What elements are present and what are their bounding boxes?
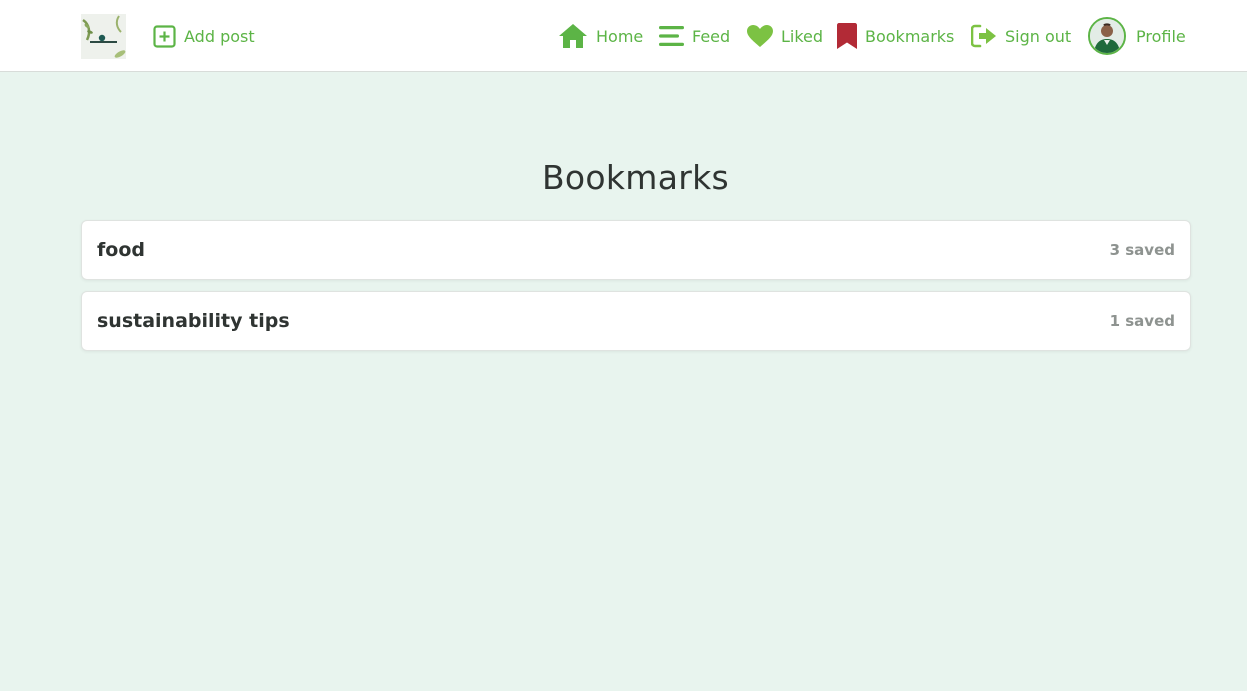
- bars-icon: [659, 25, 684, 47]
- profile-label: Profile: [1136, 26, 1186, 46]
- liked-label: Liked: [781, 26, 824, 46]
- site-logo[interactable]: [81, 14, 126, 59]
- folder-saved-count: 1 saved: [1109, 312, 1175, 330]
- avatar-image: [1090, 19, 1124, 53]
- feed-label: Feed: [692, 26, 731, 46]
- logo-image: [81, 14, 126, 59]
- sign-out-link[interactable]: Sign out: [971, 0, 1071, 72]
- bookmark-icon: [837, 23, 857, 49]
- plus-square-icon: [153, 24, 176, 48]
- add-post-label: Add post: [184, 26, 255, 46]
- folder-name: food: [97, 239, 145, 261]
- top-navbar: Add post Home Feed Liked Bookmarks Sign …: [0, 0, 1247, 72]
- liked-link[interactable]: Liked: [747, 0, 823, 72]
- folder-name: sustainability tips: [97, 310, 290, 332]
- sign-out-label: Sign out: [1005, 26, 1072, 46]
- bookmark-folder-card[interactable]: sustainability tips 1 saved: [81, 291, 1191, 351]
- profile-link[interactable]: Profile: [1088, 0, 1186, 72]
- folder-saved-count: 3 saved: [1109, 241, 1175, 259]
- home-label: Home: [596, 26, 644, 46]
- bookmarks-link[interactable]: Bookmarks: [837, 0, 954, 72]
- sign-out-icon: [971, 24, 997, 48]
- home-link[interactable]: Home: [558, 0, 643, 72]
- bookmarks-label: Bookmarks: [865, 26, 955, 46]
- house-icon: [558, 23, 588, 49]
- heart-icon: [747, 24, 773, 48]
- page-title: Bookmarks: [541, 158, 730, 197]
- feed-link[interactable]: Feed: [659, 0, 730, 72]
- add-post-link[interactable]: Add post: [153, 0, 255, 72]
- bookmark-folder-card[interactable]: food 3 saved: [81, 220, 1191, 280]
- avatar: [1088, 17, 1126, 55]
